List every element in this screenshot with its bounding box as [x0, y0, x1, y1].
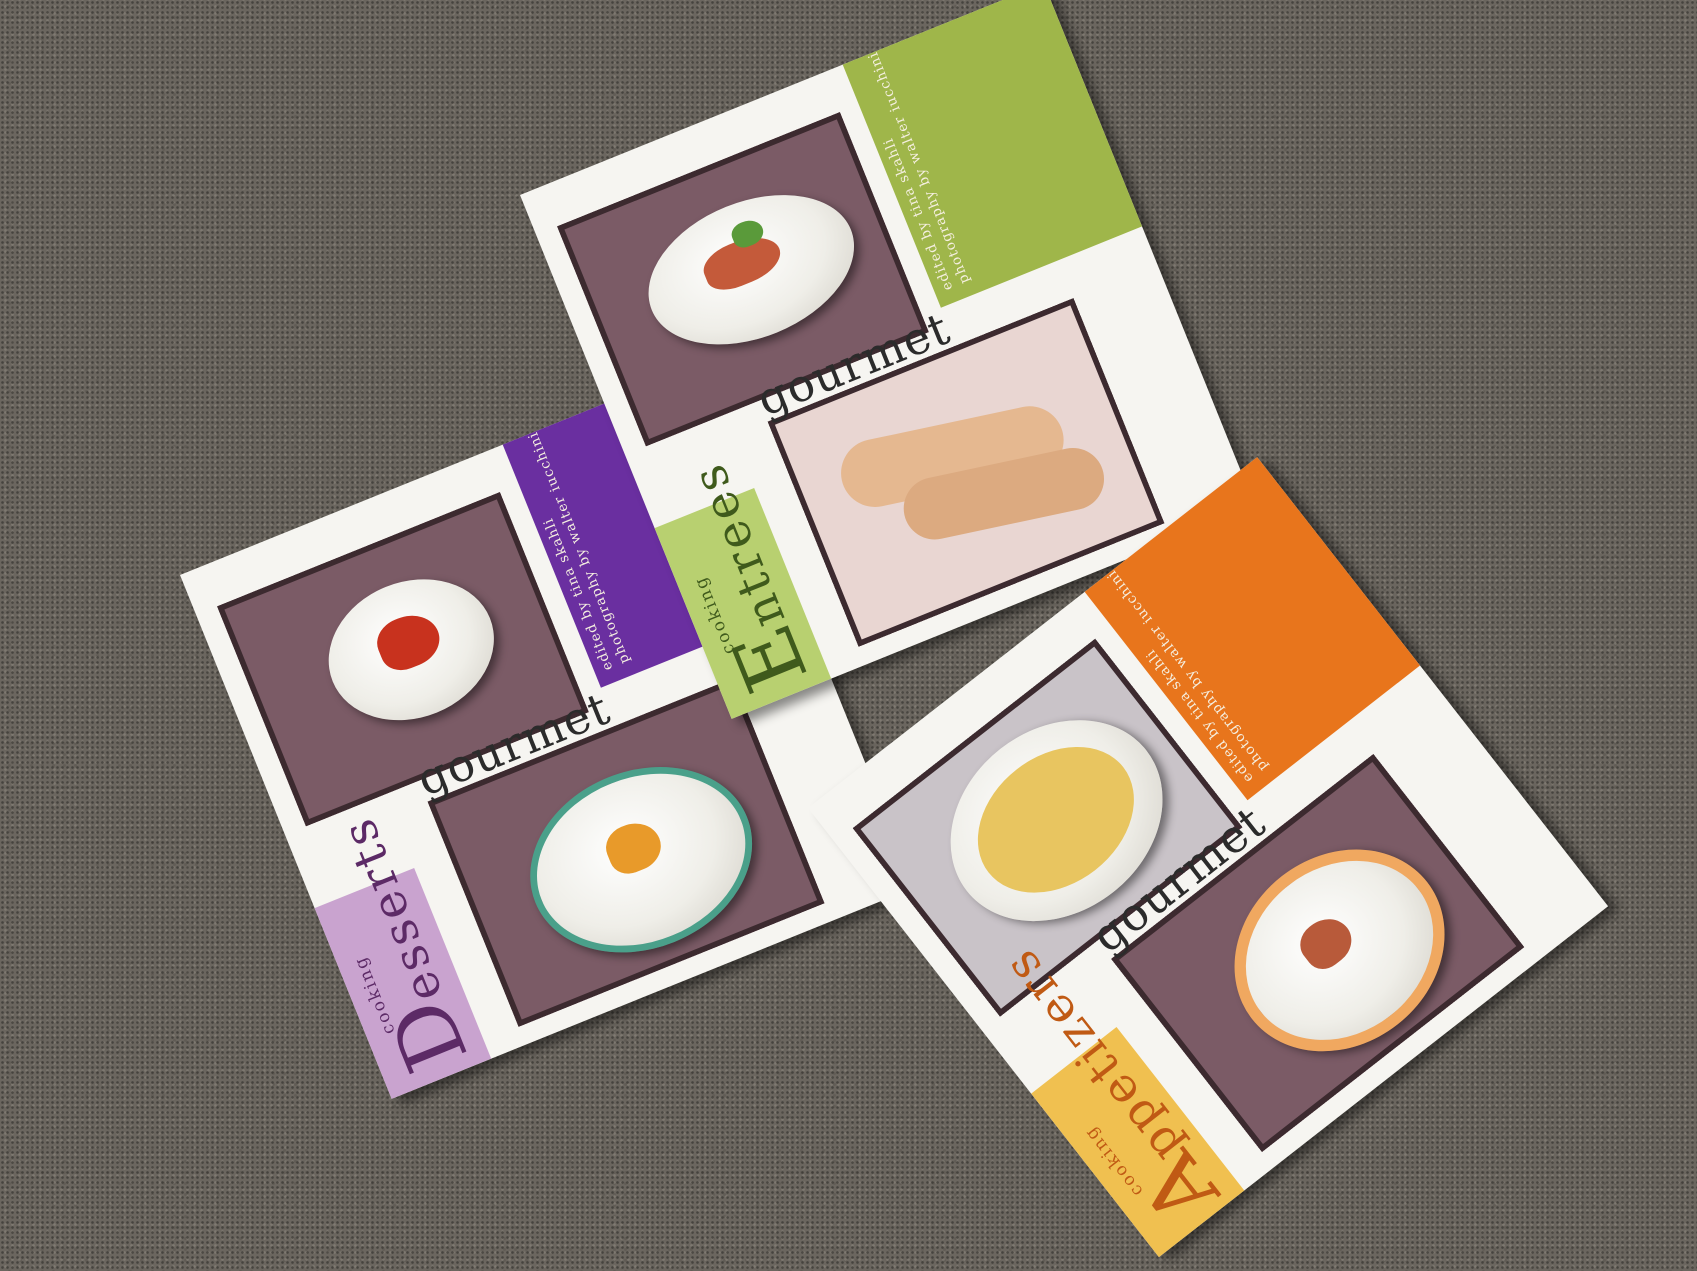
carpet-background: gourmet Desserts cooking edited by tina …	[0, 0, 1697, 1271]
